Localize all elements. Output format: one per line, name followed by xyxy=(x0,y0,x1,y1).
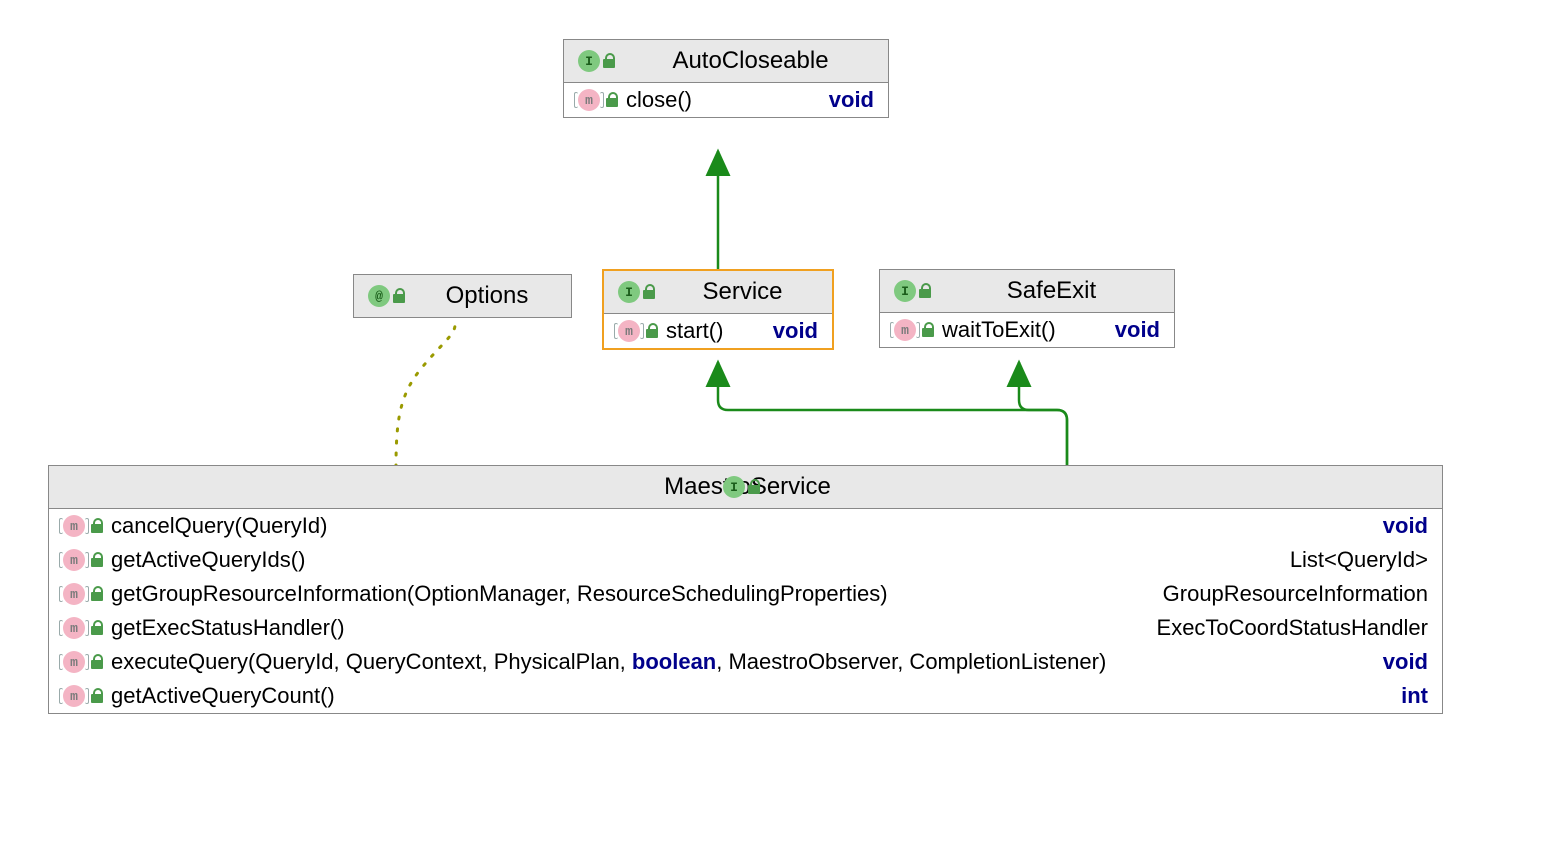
edge-maestro-to-service xyxy=(718,362,1067,465)
node-header: I SafeExit xyxy=(880,270,1174,313)
method-row[interactable]: m getGroupResourceInformation(OptionManag… xyxy=(49,577,1442,611)
method-return: void xyxy=(1115,317,1160,343)
method-signature: getActiveQueryIds() xyxy=(111,547,1284,573)
node-autocloseable[interactable]: I AutoCloseable m close() void xyxy=(563,39,889,118)
method-row[interactable]: m getActiveQueryCount()int xyxy=(49,679,1442,713)
method-return: void xyxy=(773,318,818,344)
method-icon: m xyxy=(63,515,85,537)
method-icon: m xyxy=(578,89,600,111)
method-row[interactable]: m getActiveQueryIds()List<QueryId> xyxy=(49,543,1442,577)
node-header: I AutoCloseable xyxy=(564,40,888,83)
interface-icon: I xyxy=(894,280,916,302)
method-signature: getGroupResourceInformation(OptionManage… xyxy=(111,581,1157,607)
method-return: void xyxy=(1383,513,1428,539)
lock-icon xyxy=(91,621,105,635)
method-signature: cancelQuery(QueryId) xyxy=(111,513,1377,539)
class-name: Service xyxy=(663,278,818,306)
method-icon: m xyxy=(618,320,640,342)
node-header: I MaestroService xyxy=(49,466,1442,509)
method-icon: m xyxy=(63,549,85,571)
class-name: SafeExit xyxy=(939,277,1160,305)
method-row[interactable]: m getExecStatusHandler()ExecToCoordStatus… xyxy=(49,611,1442,645)
method-row[interactable]: m cancelQuery(QueryId)void xyxy=(49,509,1442,543)
method-return: void xyxy=(1383,649,1428,675)
edge-maestro-to-options xyxy=(396,325,455,467)
edge-maestro-to-safeexit xyxy=(1019,362,1067,465)
method-return: List<QueryId> xyxy=(1290,547,1428,573)
method-signature: waitToExit() xyxy=(942,317,1109,343)
method-signature: executeQuery(QueryId, QueryContext, Phys… xyxy=(111,649,1377,675)
node-safeexit[interactable]: I SafeExit m waitToExit() void xyxy=(879,269,1175,348)
lock-icon xyxy=(91,519,105,533)
method-return: ExecToCoordStatusHandler xyxy=(1157,615,1428,641)
lock-icon xyxy=(606,93,620,107)
node-maestroservice[interactable]: I MaestroService [data-name="node-maestr… xyxy=(48,465,1443,714)
node-header: I Service xyxy=(604,271,832,314)
method-signature: close() xyxy=(626,87,823,113)
method-row[interactable]: m executeQuery(QueryId, QueryContext, Phy… xyxy=(49,645,1442,679)
node-options[interactable]: @ Options xyxy=(353,274,572,318)
method-row[interactable]: m waitToExit() void xyxy=(880,313,1174,347)
class-name: Options xyxy=(413,282,557,310)
method-return: void xyxy=(829,87,874,113)
method-icon: m xyxy=(63,583,85,605)
lock-icon xyxy=(91,655,105,669)
method-return: GroupResourceInformation xyxy=(1163,581,1428,607)
node-header: @ Options xyxy=(354,275,571,317)
interface-icon: I xyxy=(578,50,600,72)
method-icon: m xyxy=(63,685,85,707)
lock-icon xyxy=(91,553,105,567)
method-signature: getExecStatusHandler() xyxy=(111,615,1151,641)
methods-list: mcancelQuery(QueryId)voidmgetActiveQuery… xyxy=(49,509,1442,713)
lock-icon xyxy=(919,284,933,298)
node-service[interactable]: I Service m start() void xyxy=(602,269,834,350)
method-row[interactable]: m start() void xyxy=(604,314,832,348)
class-name: AutoCloseable xyxy=(623,47,874,75)
lock-icon xyxy=(922,323,936,337)
lock-icon xyxy=(643,285,657,299)
connectors-layer xyxy=(0,0,1554,846)
lock-icon xyxy=(91,587,105,601)
lock-icon xyxy=(646,324,660,338)
method-signature: getActiveQueryCount() xyxy=(111,683,1395,709)
method-icon: m xyxy=(894,319,916,341)
uml-diagram-canvas[interactable]: I AutoCloseable m close() void @ Options… xyxy=(0,0,1554,846)
interface-icon: I xyxy=(723,476,745,498)
lock-icon xyxy=(91,689,105,703)
method-row[interactable]: m close() void xyxy=(564,83,888,117)
lock-icon xyxy=(393,289,407,303)
lock-icon xyxy=(748,480,762,494)
method-signature: start() xyxy=(666,318,767,344)
method-icon: m xyxy=(63,617,85,639)
interface-icon: I xyxy=(618,281,640,303)
lock-icon xyxy=(603,54,617,68)
annotation-icon: @ xyxy=(368,285,390,307)
method-icon: m xyxy=(63,651,85,673)
method-return: int xyxy=(1401,683,1428,709)
